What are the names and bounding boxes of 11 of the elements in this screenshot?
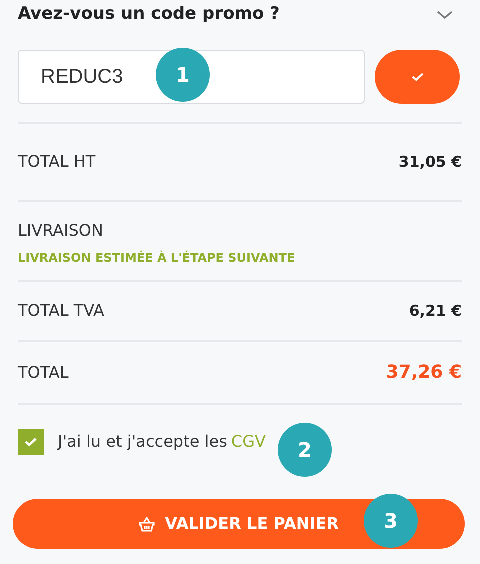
row-amount: 31,05 € [398, 152, 462, 173]
promo-title: Avez-vous un code promo ? [18, 3, 280, 26]
step-number-tooltip: 2 [278, 423, 332, 477]
row-label: TOTAL [18, 362, 69, 384]
shipping-note: LIVRAISON ESTIMÉE À L'ÉTAPE SUIVANTE [18, 250, 296, 267]
row-label: LIVRAISON [18, 220, 104, 242]
row-label: TOTAL TVA [18, 300, 104, 322]
row-amount: 6,21 € [409, 300, 462, 322]
row-label: TOTAL HT [18, 151, 96, 173]
terms-text: J'ai lu et j'accepte les [58, 431, 228, 453]
row-amount: 37,26 € [386, 361, 462, 385]
